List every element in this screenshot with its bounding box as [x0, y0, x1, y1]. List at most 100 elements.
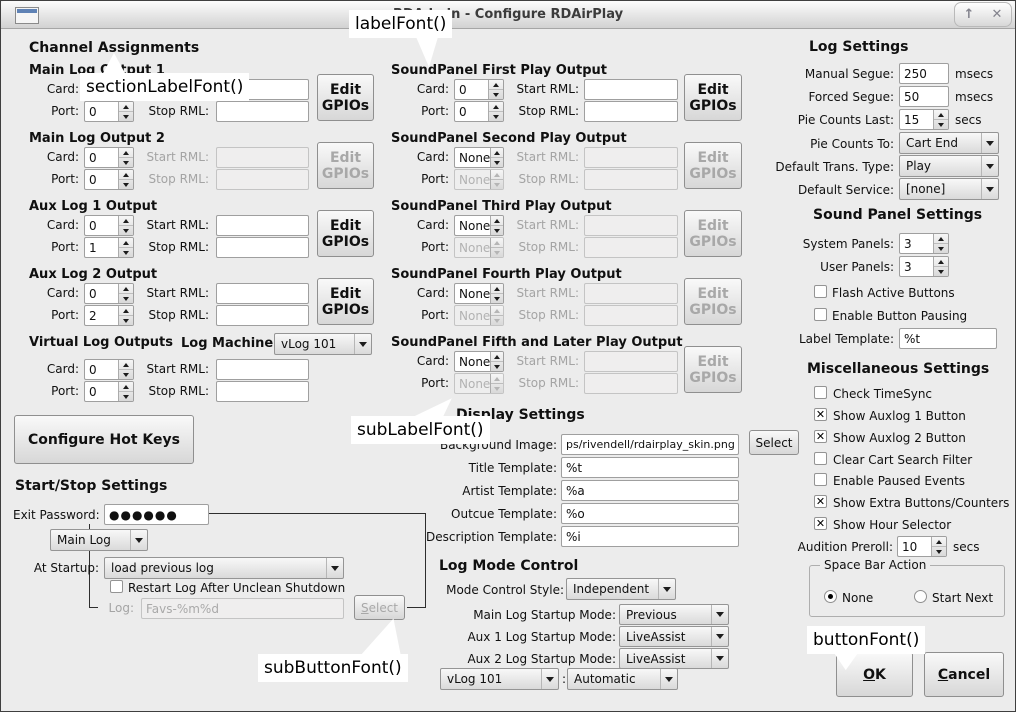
spinner-buttons[interactable] [933, 110, 948, 129]
chevron-down-icon[interactable] [660, 669, 677, 689]
chevron-down-icon[interactable] [981, 179, 998, 199]
check-timesync-checkbox[interactable] [814, 386, 827, 399]
show-auxlog1-checkbox[interactable] [814, 408, 827, 421]
chevron-down-icon[interactable] [711, 605, 728, 624]
space-bar-start-next-radio[interactable] [914, 590, 927, 603]
pie-counts-last-spinbox[interactable]: 15 [899, 109, 949, 130]
space-bar-none-radio[interactable] [824, 590, 837, 603]
user-panels-spinbox[interactable]: 3 [899, 256, 949, 277]
chevron-down-icon[interactable] [130, 530, 147, 550]
aux1-startup-dropdown[interactable]: LiveAssist [619, 626, 729, 647]
titlebar[interactable]: RDAdmin - Configure RDAirPlay ↑ ✕ [1, 1, 1015, 29]
artist-template-label: Artist Template: [421, 484, 557, 498]
space-bar-action-legend: Space Bar Action [820, 558, 930, 572]
check-timesync-label: Check TimeSync [833, 387, 932, 401]
chevron-down-icon[interactable] [981, 133, 998, 153]
forced-segue-input[interactable] [899, 86, 949, 107]
system-panels-spinbox[interactable]: 3 [899, 233, 949, 254]
section-label-font-callout: sectionLabelFont() [80, 73, 249, 101]
spin-down-icon[interactable] [934, 119, 948, 129]
spin-down-icon[interactable] [934, 243, 948, 253]
log-machine-dropdown[interactable]: vLog 101 [274, 333, 372, 355]
chevron-down-icon[interactable] [981, 156, 998, 176]
spin-down-icon[interactable] [932, 546, 946, 556]
cancel-button[interactable]: Cancel [924, 652, 1004, 697]
show-auxlog2-checkbox[interactable] [814, 430, 827, 443]
flash-active-buttons-checkbox[interactable] [814, 285, 827, 298]
enable-paused-events-checkbox[interactable] [814, 473, 827, 486]
show-hour-selector-checkbox[interactable] [814, 517, 827, 530]
block-title: SoundPanel Fifth and Later Play Output [391, 335, 683, 350]
edit-gpios-button[interactable]: EditGPIOs [317, 278, 374, 325]
configure-hot-keys-button[interactable]: Configure Hot Keys [14, 415, 194, 464]
audition-preroll-spinbox[interactable]: 10 [897, 536, 947, 557]
space-bar-none-label: None [842, 591, 873, 605]
at-startup-dropdown[interactable]: load previous log [104, 557, 344, 579]
label-template-label: Label Template: [761, 332, 894, 346]
chevron-down-icon[interactable] [658, 579, 675, 599]
card-label: Card: [29, 82, 79, 96]
edit-gpios-button[interactable]: EditGPIOs [317, 210, 374, 257]
enable-button-pausing-checkbox[interactable] [814, 308, 827, 321]
close-icon[interactable]: ✕ [985, 4, 1009, 26]
main-log-startup-dropdown[interactable]: Previous [619, 604, 729, 625]
default-trans-type-dropdown[interactable]: Play [899, 155, 999, 177]
stop-rml-input[interactable] [216, 101, 309, 122]
stop-rml-input[interactable] [584, 101, 678, 122]
outcue-template-input[interactable] [561, 503, 739, 524]
show-extra-buttons-checkbox[interactable] [814, 495, 827, 508]
start-rml-input[interactable] [216, 215, 309, 236]
port-label: Port: [399, 240, 449, 254]
spin-up-icon[interactable] [932, 537, 946, 546]
aux2-startup-dropdown[interactable]: LiveAssist [619, 648, 729, 669]
stop-rml-label: Stop RML: [119, 308, 209, 322]
enable-button-pausing-label: Enable Button Pausing [832, 309, 967, 323]
title-template-label: Title Template: [421, 461, 557, 475]
default-service-dropdown[interactable]: [none] [899, 178, 999, 200]
label-template-input[interactable] [899, 328, 997, 349]
start-rml-input[interactable] [584, 79, 678, 100]
start-rml-input[interactable] [216, 359, 309, 380]
stop-rml-input [584, 305, 678, 326]
chevron-down-icon[interactable] [711, 627, 728, 646]
spin-up-icon[interactable] [934, 110, 948, 119]
edit-gpios-button[interactable]: EditGPIOs [684, 74, 742, 121]
exit-password-input[interactable] [104, 504, 209, 525]
vlog-machine-dropdown[interactable]: vLog 101 [440, 668, 559, 690]
start-rml-input[interactable] [216, 283, 309, 304]
main-log-startup-label: Main Log Startup Mode: [441, 608, 616, 622]
chevron-down-icon[interactable] [541, 669, 558, 689]
restart-log-checkbox[interactable] [110, 580, 123, 593]
description-template-input[interactable] [561, 526, 739, 547]
spinner-buttons[interactable] [933, 257, 948, 276]
spin-up-icon[interactable] [934, 234, 948, 243]
manual-segue-unit: msecs [955, 67, 993, 81]
background-image-select-button[interactable]: Select [749, 430, 799, 455]
start-rml-label: Start RML: [489, 218, 579, 232]
edit-gpios-button[interactable]: EditGPIOs [317, 74, 374, 121]
stop-rml-input[interactable] [216, 381, 309, 402]
chevron-down-icon[interactable] [326, 558, 343, 578]
stop-rml-input[interactable] [216, 305, 309, 326]
sub-button-font-callout-tail [357, 615, 405, 659]
spinner-buttons[interactable] [931, 537, 946, 556]
start-rml-label: Start RML: [119, 150, 209, 164]
chevron-down-icon[interactable] [354, 334, 371, 354]
maximize-icon[interactable]: ↑ [957, 4, 981, 26]
clear-cart-search-filter-checkbox[interactable] [814, 452, 827, 465]
spin-down-icon[interactable] [934, 266, 948, 276]
stop-rml-input[interactable] [216, 237, 309, 258]
button-font-callout: buttonFont() [807, 626, 925, 654]
pie-counts-to-dropdown[interactable]: Cart End [899, 132, 999, 154]
manual-segue-input[interactable] [899, 63, 949, 84]
title-template-input[interactable] [561, 457, 739, 478]
startstop-log-machine-dropdown[interactable]: Main Log [50, 529, 148, 551]
chevron-down-icon[interactable] [711, 649, 728, 668]
artist-template-input[interactable] [561, 480, 739, 501]
main-log-output-2-block: Main Log Output 2 Card: 0 Start RML: Por… [29, 131, 381, 203]
spinner-buttons[interactable] [933, 234, 948, 253]
mode-control-style-dropdown[interactable]: Independent [566, 578, 676, 600]
background-image-input[interactable] [561, 434, 739, 455]
vlog-mode-dropdown[interactable]: Automatic [567, 668, 678, 690]
spin-up-icon[interactable] [934, 257, 948, 266]
